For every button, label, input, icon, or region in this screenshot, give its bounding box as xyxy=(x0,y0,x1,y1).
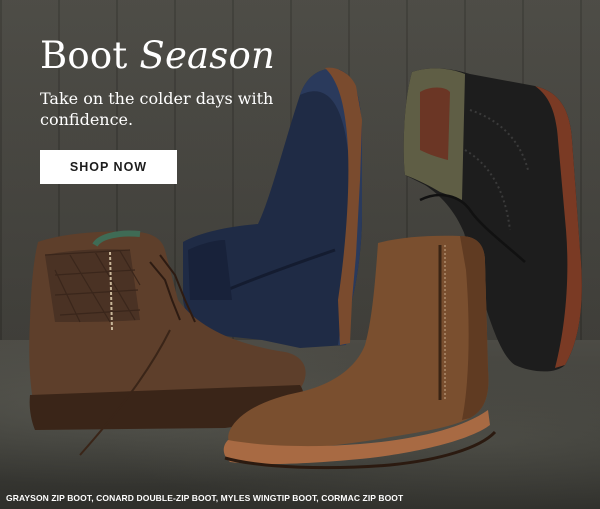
product-caption: GRAYSON ZIP BOOT, CONARD DOUBLE-ZIP BOOT… xyxy=(6,493,404,503)
headline-main: Boot xyxy=(40,34,128,77)
shop-now-button[interactable]: SHOP NOW xyxy=(40,150,177,184)
headline: Boot Season xyxy=(40,34,275,78)
headline-italic: Season xyxy=(139,34,275,77)
hero-banner[interactable]: Boot Season Take on the colder days with… xyxy=(0,0,600,509)
subheadline: Take on the colder days with confidence. xyxy=(40,89,274,129)
